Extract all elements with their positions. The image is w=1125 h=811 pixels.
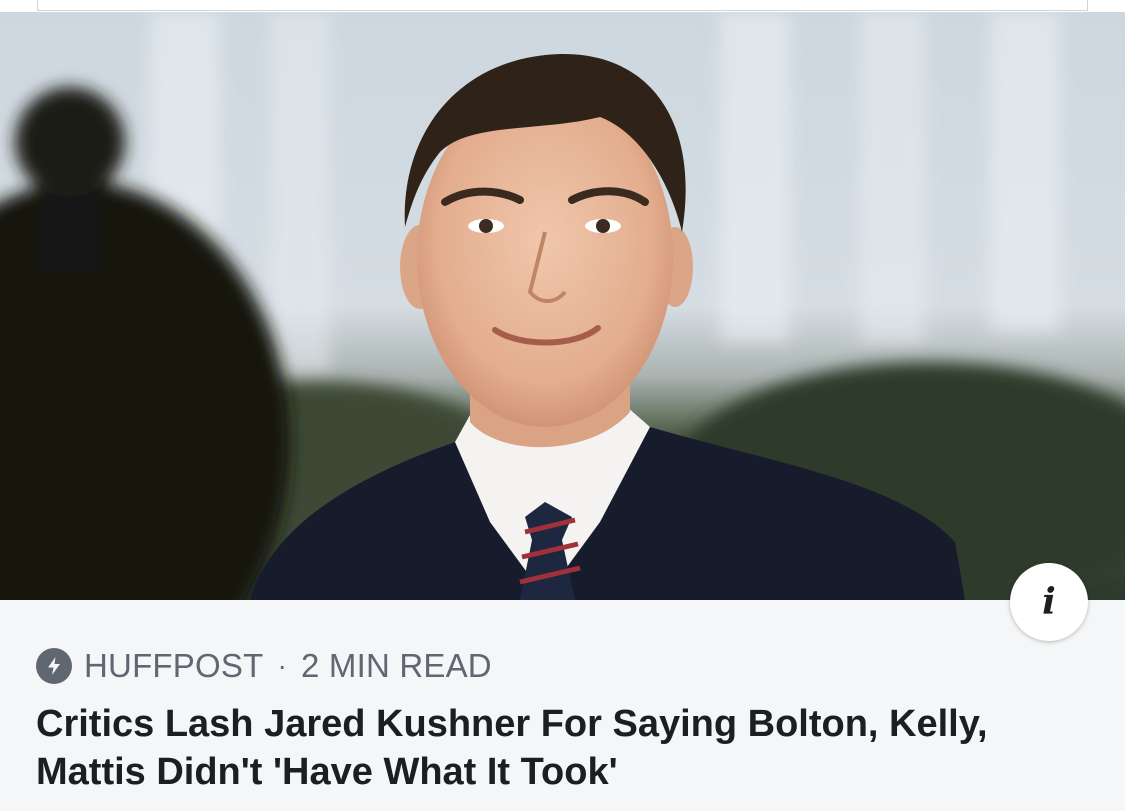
divider <box>37 0 38 10</box>
article-headline[interactable]: Critics Lash Jared Kushner For Saying Bo… <box>36 700 1096 796</box>
article-meta: HUFFPOST · 2 MIN READ <box>36 645 492 687</box>
read-time: 2 MIN READ <box>300 647 492 684</box>
previous-card-edge <box>0 0 1125 12</box>
meta-separator: · <box>277 650 287 681</box>
link-preview-card[interactable]: i HUFFPOST · 2 MIN READ Critics Lash Jar… <box>0 0 1125 811</box>
divider <box>1087 0 1088 10</box>
divider <box>37 10 1088 11</box>
info-icon: i <box>1042 581 1056 623</box>
portrait-photo <box>0 12 1125 600</box>
info-button[interactable]: i <box>1010 563 1088 641</box>
article-hero-image[interactable] <box>0 12 1125 600</box>
lightning-bolt-icon <box>36 648 72 684</box>
publisher-name: HUFFPOST <box>84 647 264 684</box>
